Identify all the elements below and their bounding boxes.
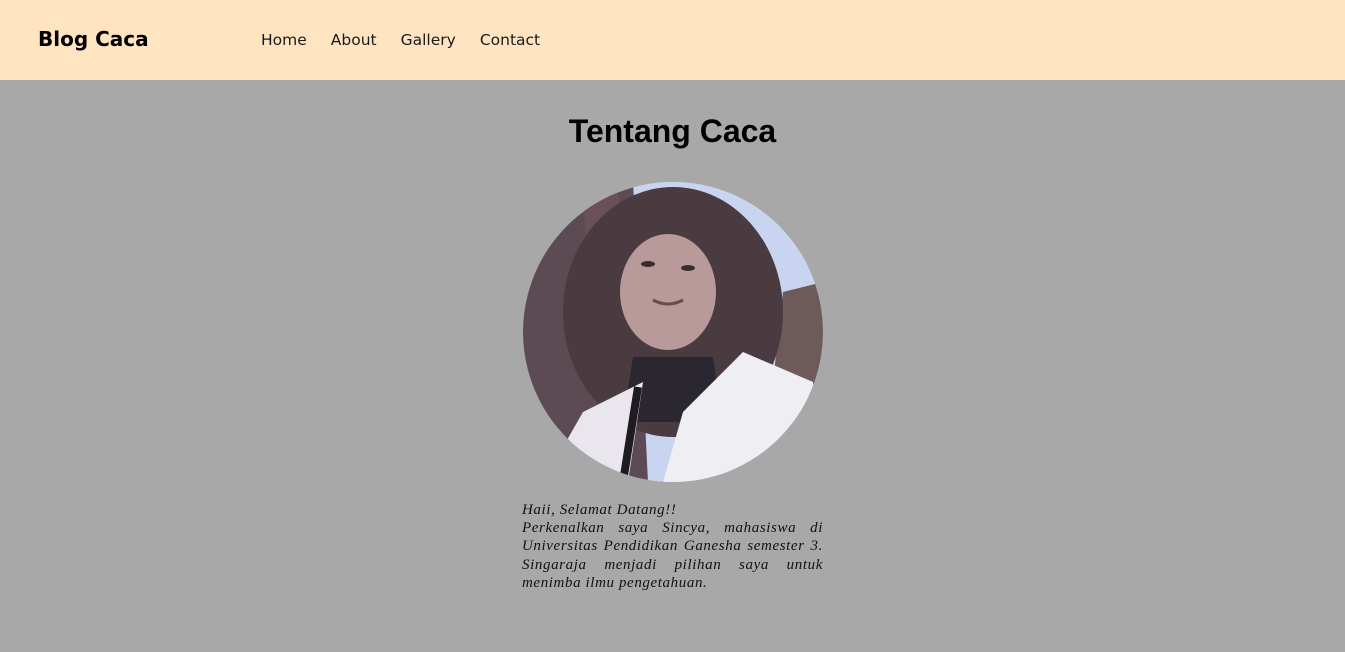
profile-photo <box>523 182 823 482</box>
bio-intro: Perkenalkan saya Sincya, mahasiswa di Un… <box>522 520 823 591</box>
site-brand[interactable]: Blog Caca <box>38 27 149 51</box>
about-section: Tentang Caca Haii, Selamat Datang!! Perk… <box>0 80 1345 652</box>
nav-link-about[interactable]: About <box>331 31 377 49</box>
page-title: Tentang Caca <box>568 113 777 149</box>
nav-link-gallery[interactable]: Gallery <box>401 31 456 49</box>
top-navbar: Blog Caca Home About Gallery Contact <box>0 0 1345 80</box>
profile-photo-illustration <box>523 182 823 482</box>
bio-greeting: Haii, Selamat Datang!! <box>522 502 677 518</box>
main-nav: Home About Gallery Contact <box>261 31 540 49</box>
nav-link-home[interactable]: Home <box>261 31 307 49</box>
nav-link-contact[interactable]: Contact <box>480 31 540 49</box>
bio-text: Haii, Selamat Datang!! Perkenalkan saya … <box>522 501 823 592</box>
